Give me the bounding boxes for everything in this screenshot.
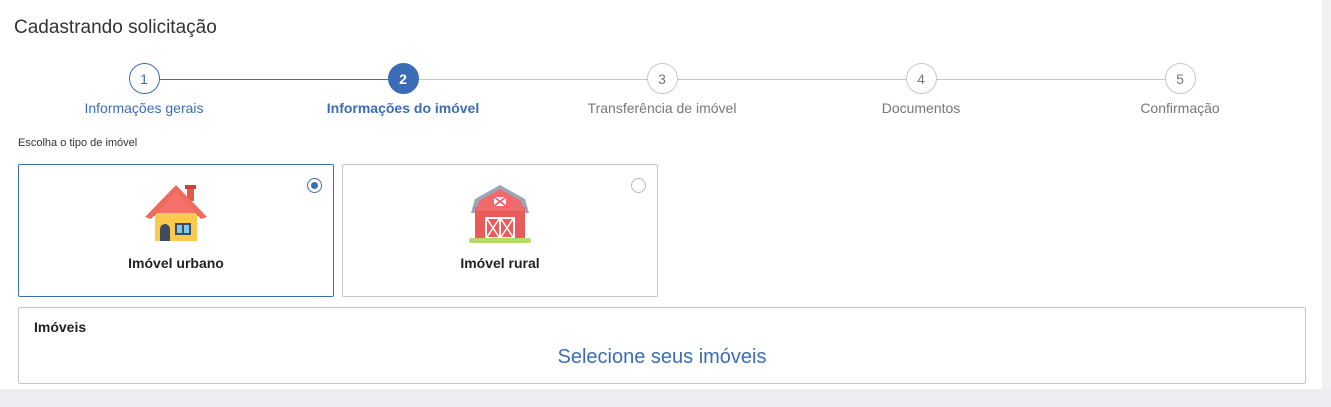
page-title: Cadastrando solicitação [14, 17, 217, 38]
step-label: Documentos [881, 100, 961, 116]
step-confirmacao: 5 Confirmação [1060, 63, 1300, 116]
step-informacoes-gerais[interactable]: 1 Informações gerais [24, 63, 264, 116]
step-label: Informações do imóvel [326, 100, 480, 116]
property-type-label: Escolha o tipo de imóvel [18, 137, 138, 149]
select-imoveis-link[interactable]: Selecione seus imóveis [19, 346, 1305, 369]
step-number-circle: 1 [128, 63, 160, 94]
rural-label: Imóvel rural [460, 255, 540, 271]
step-label: Transferência de imóvel [587, 100, 737, 116]
property-type-urban-card[interactable]: Imóvel urbano [18, 164, 334, 297]
property-type-rural-card[interactable]: Imóvel rural [342, 164, 658, 297]
step-label: Informações gerais [84, 100, 204, 116]
urban-label: Imóvel urbano [128, 255, 224, 271]
progress-stepper: 1 Informações gerais 2 Informações do im… [0, 63, 1322, 123]
urban-radio[interactable] [307, 178, 322, 193]
imoveis-panel: Imóveis Selecione seus imóveis [18, 307, 1306, 384]
main-panel: Cadastrando solicitação 1 Informações ge… [0, 0, 1322, 389]
step-number-circle: 5 [1164, 63, 1196, 94]
step-number-circle: 3 [646, 63, 678, 94]
step-label: Confirmação [1140, 100, 1220, 116]
step-documentos: 4 Documentos [801, 63, 1041, 116]
step-number-circle: 4 [905, 63, 937, 94]
rural-radio[interactable] [631, 178, 646, 193]
step-number-circle: 2 [387, 63, 419, 94]
scrollbar[interactable] [1322, 0, 1331, 389]
step-transferencia-de-imovel: 3 Transferência de imóvel [542, 63, 782, 116]
barn-icon [469, 185, 531, 243]
house-icon [145, 185, 207, 241]
imoveis-title: Imóveis [34, 319, 87, 335]
step-informacoes-do-imovel[interactable]: 2 Informações do imóvel [283, 63, 523, 116]
